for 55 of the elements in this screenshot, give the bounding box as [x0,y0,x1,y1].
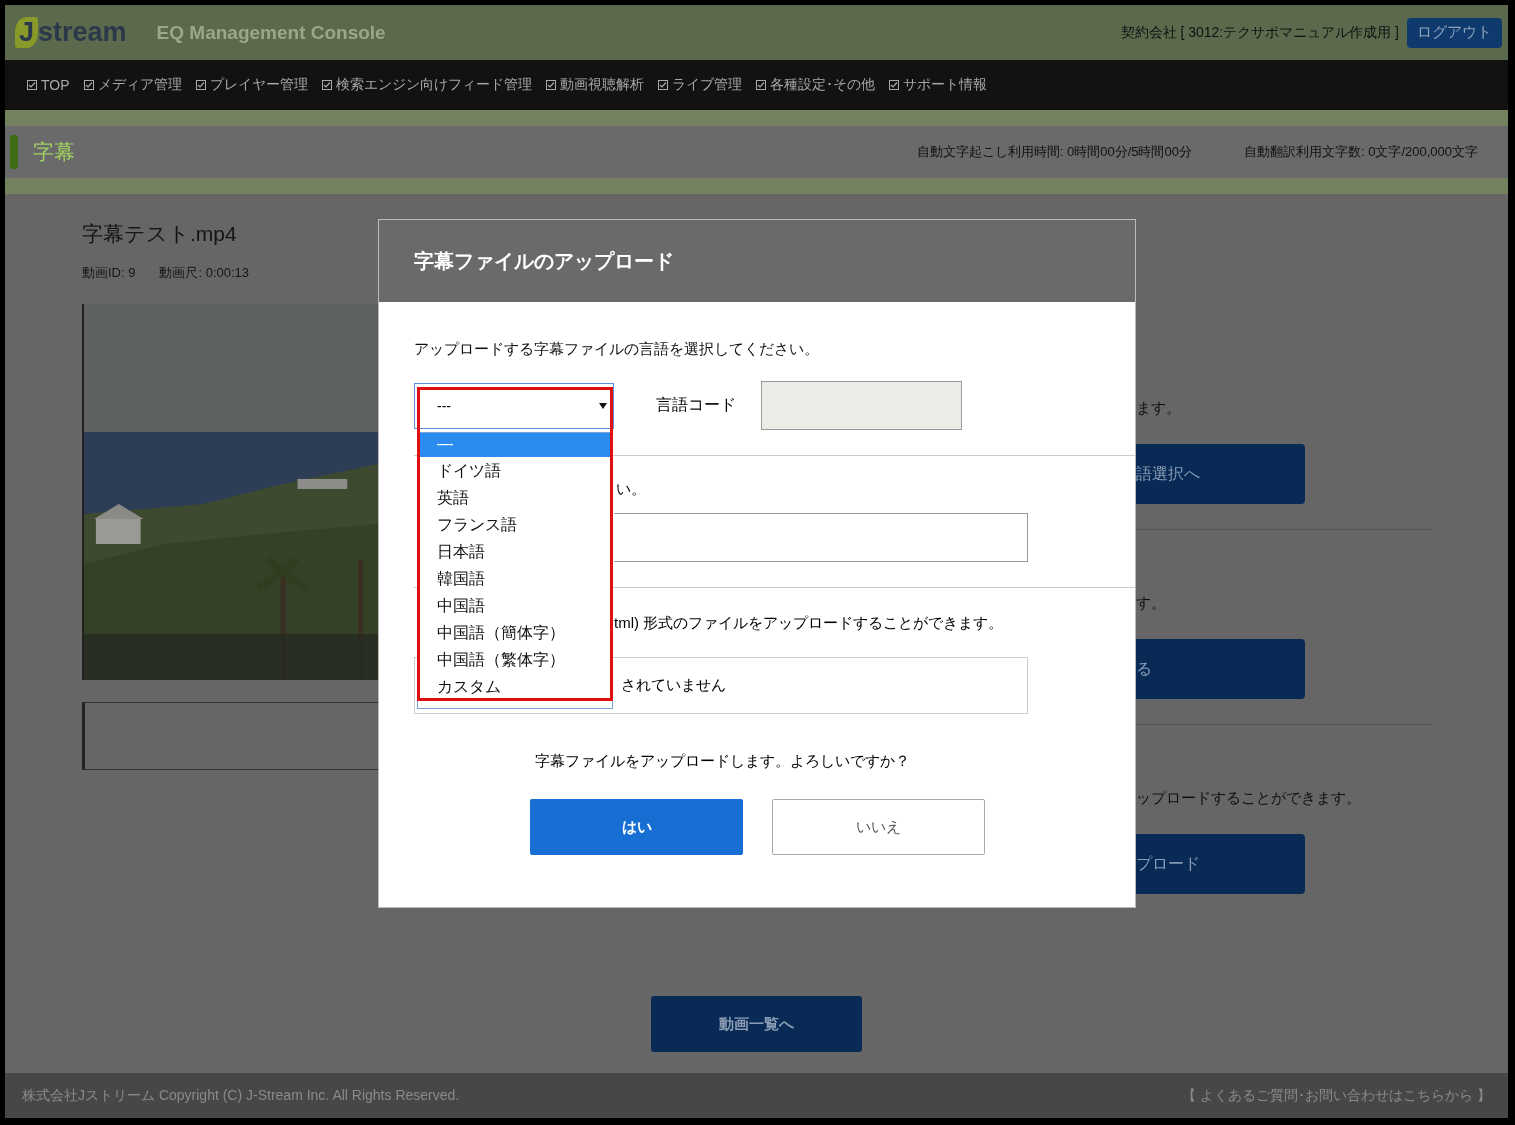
video-duration: 動画尺: 0:00:13 [159,264,250,282]
dropdown-option[interactable]: 韓国語 [418,565,612,592]
accent-bar [10,135,18,169]
nav-item[interactable]: TOP [27,77,70,93]
dropdown-option[interactable]: カスタム [418,673,612,700]
yes-button[interactable]: はい [530,799,743,855]
section-text: す。 [1136,594,1167,613]
checkbox-icon [27,80,37,90]
dropdown-option[interactable]: 英語 [418,484,612,511]
page-title: 字幕 [33,139,75,165]
confirm-text: 字幕ファイルをアップロードします。よろしいですか？ [533,752,911,771]
checkbox-icon [545,80,556,90]
video-id: 動画ID: 9 [82,264,136,282]
dropdown-option[interactable]: 中国語（簡体字） [418,619,612,646]
dialog-title: 字幕ファイルのアップロード [414,248,674,274]
dropdown-option[interactable]: フランス語 [418,511,612,538]
action-button[interactable]: 語選択へ [1136,444,1305,504]
language-code-label: 言語コード [656,395,736,415]
section-text: tml) 形式のファイルをアップロードすることができます。 [614,614,1005,633]
nav-item[interactable]: ライブ管理 [657,76,742,94]
dropdown-option[interactable]: 中国語 [418,592,612,619]
nav-item[interactable]: メディア管理 [83,76,182,94]
instruction-text: アップロードする字幕ファイルの言語を選択してください。 [414,340,820,359]
logout-button[interactable]: ログアウト [1407,17,1502,48]
video-list-button[interactable]: 動画一覧へ [651,996,862,1052]
checkbox-icon [657,80,668,90]
no-button[interactable]: いいえ [772,799,985,855]
nav-item[interactable]: 各種設定･その他 [755,76,875,94]
nav-item[interactable]: プレイヤー管理 [195,76,308,94]
caret-icon [599,402,607,409]
nav-item[interactable]: 動画視聴解析 [545,76,644,94]
file-status: されていません [621,676,726,695]
section-text: ップロードすることができます。 [1136,789,1362,808]
action-button[interactable]: る [1136,639,1305,699]
app-title: EQ Management Console [156,21,386,44]
dropdown-option[interactable]: ドイツ語 [418,457,612,484]
checkbox-icon [888,80,899,90]
action-button[interactable]: プロード [1136,834,1305,894]
checkbox-icon [321,80,332,90]
section-text: ます。 [1136,399,1182,418]
dropdown-option[interactable]: 日本語 [418,538,612,565]
video-title: 字幕テスト.mp4 [82,221,238,247]
checkbox-icon [755,80,766,90]
usage-label: 自動文字起こし利用時間: 0時間00分/5時間00分 [916,143,1192,161]
usage-label: 自動翻訳利用文字数: 0文字/200,000文字 [1243,143,1478,161]
language-code-field[interactable] [761,381,962,430]
section-text: い。 [616,480,647,499]
nav-item[interactable]: サポート情報 [888,76,987,94]
checkbox-icon [195,80,206,90]
copyright-text: 株式会社Jストリーム Copyright (C) J-Stream Inc. All Rights Reserved. [22,1086,460,1105]
input-field[interactable] [614,513,1028,562]
checkbox-icon [83,80,94,90]
language-select[interactable]: --- [414,382,614,429]
contract-label: 契約会社 [ 3012:テクサポマニュアル作成用 ] [1120,23,1399,42]
nav-item[interactable]: 検索エンジン向けフィード管理 [321,76,532,94]
